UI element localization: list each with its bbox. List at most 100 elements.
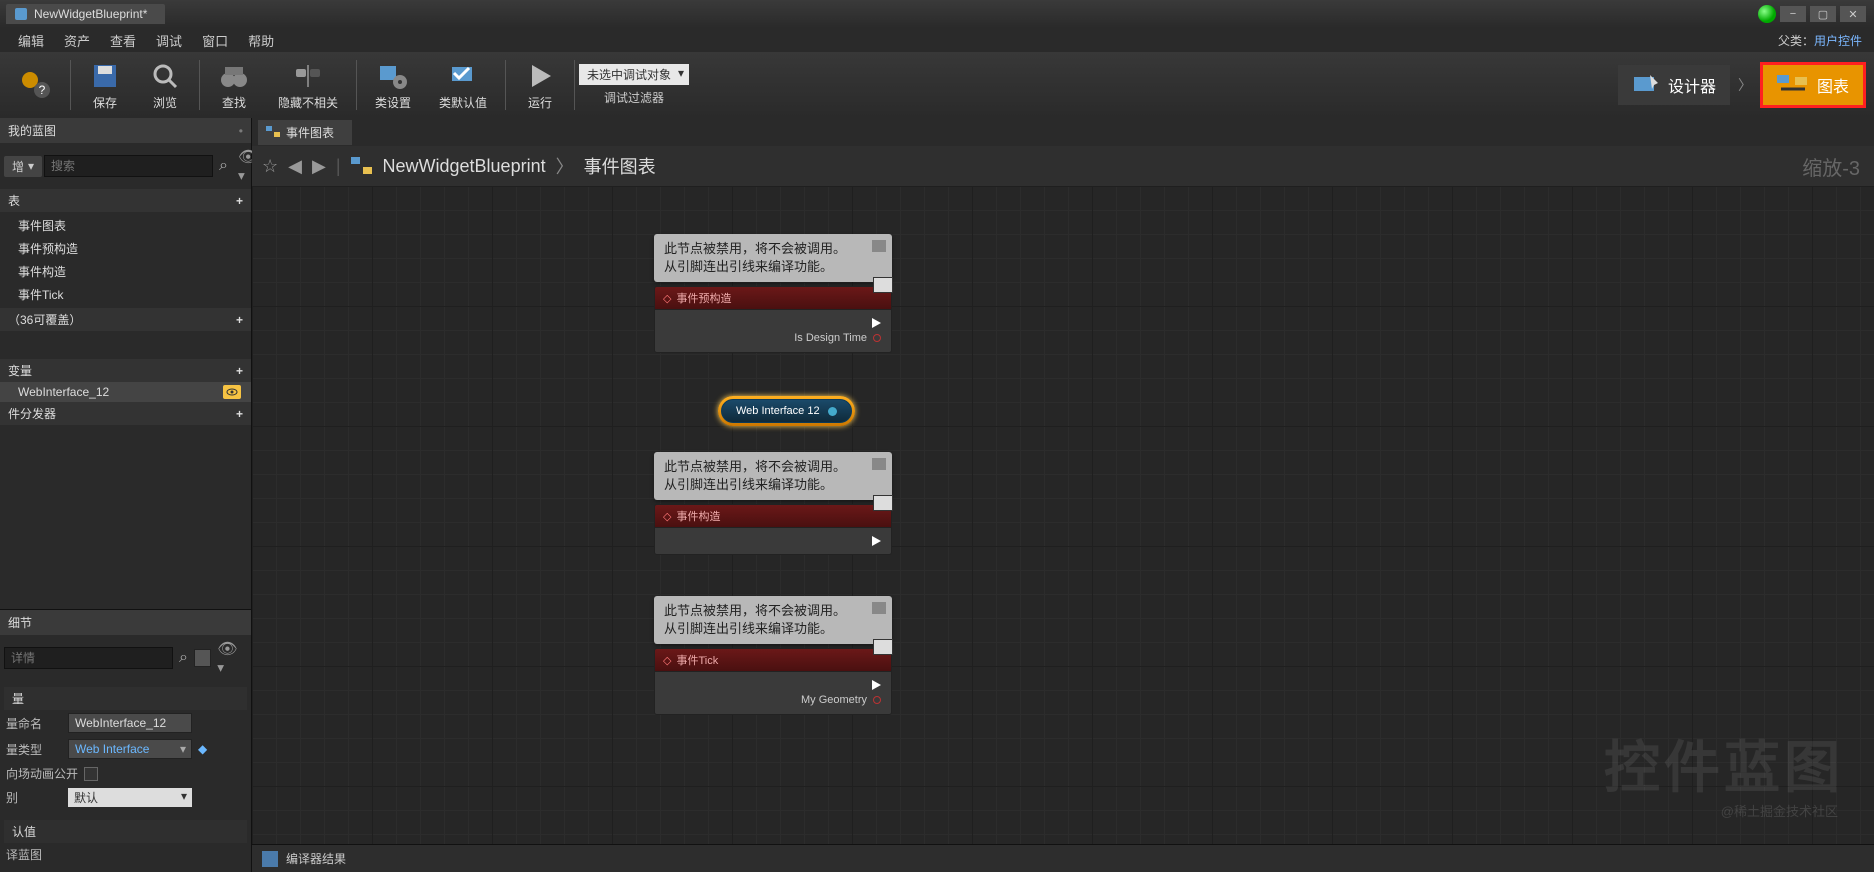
toolbar: ? 保存 浏览 查找 隐藏不相关 类设置 类默认值 运行 未选中调试对象 调试过… — [0, 52, 1874, 118]
event-construct-header[interactable]: ◇事件构造 — [654, 504, 892, 528]
svg-text:?: ? — [39, 83, 46, 97]
add-variable-button[interactable]: + — [236, 364, 243, 378]
find-button[interactable]: 查找 — [204, 56, 264, 115]
var-type-select[interactable]: Web Interface — [68, 739, 192, 759]
designer-icon — [1632, 73, 1660, 97]
visibility-badge-icon[interactable] — [223, 385, 241, 399]
breadcrumb-root[interactable]: NewWidgetBlueprint — [383, 156, 546, 177]
object-out-pin[interactable] — [828, 407, 837, 416]
tree-tick[interactable]: 事件Tick — [0, 283, 251, 306]
details-search-icon[interactable]: ⌕ — [175, 649, 192, 667]
compiler-results-panel[interactable]: 编译器结果 — [252, 844, 1874, 872]
details-search[interactable] — [4, 647, 173, 669]
details-eye-icon[interactable]: 👁▾ — [213, 639, 247, 677]
class-settings-button[interactable]: 类设置 — [361, 56, 425, 115]
graph-tab-icon — [266, 126, 280, 138]
tree-construct[interactable]: 事件构造 — [0, 260, 251, 283]
node-preconstruct[interactable]: 此节点被禁用，将不会被调用。从引脚连出引线来编译功能。 ◇事件预构造 Is De… — [654, 234, 892, 353]
play-button[interactable]: 运行 — [510, 56, 570, 115]
type-extra-icon[interactable]: ◆ — [198, 742, 207, 756]
status-orb-icon[interactable] — [1758, 5, 1776, 23]
menu-help[interactable]: 帮助 — [238, 28, 284, 53]
window-max-button[interactable]: ▢ — [1810, 6, 1836, 22]
hide-icon — [292, 60, 324, 92]
graph-mode-button[interactable]: 图表 — [1760, 62, 1866, 108]
parent-class-label: 父类：用户控件 — [1778, 32, 1862, 49]
exec-out-pin[interactable] — [665, 678, 881, 692]
add-new-button[interactable]: 增▾ — [4, 156, 42, 177]
window-min-button[interactable]: − — [1780, 6, 1806, 22]
graphs-section[interactable]: 表+ — [0, 189, 251, 212]
graph-tab-eventgraph[interactable]: 事件图表 — [258, 120, 352, 145]
favorite-star-icon[interactable]: ☆ — [262, 156, 278, 177]
node-disabled-tooltip: 此节点被禁用，将不会被调用。从引脚连出引线来编译功能。 — [654, 452, 892, 500]
exec-out-pin[interactable] — [665, 316, 881, 330]
gear-icon — [377, 60, 409, 92]
my-geometry-pin[interactable]: My Geometry — [665, 692, 881, 708]
compile-button[interactable]: ? — [6, 65, 66, 105]
node-web-interface[interactable]: Web Interface 12 — [718, 396, 855, 426]
node-disabled-tooltip: 此节点被禁用，将不会被调用。从引脚连出引线来编译功能。 — [654, 234, 892, 282]
tree-event-graph[interactable]: 事件图表 — [0, 214, 251, 237]
dispatchers-section[interactable]: 件分发器+ — [0, 402, 251, 425]
graph-area: 事件图表 ☆ ◀ ▶ | NewWidgetBlueprint 〉 事件图表 缩… — [252, 118, 1874, 872]
window-close-button[interactable]: ✕ — [1840, 6, 1866, 22]
exec-out-pin[interactable] — [665, 534, 881, 548]
add-graph-button[interactable]: + — [236, 194, 243, 208]
variable-webinterface[interactable]: WebInterface_12 — [0, 382, 251, 402]
save-button[interactable]: 保存 — [75, 56, 135, 115]
class-defaults-button[interactable]: 类默认值 — [425, 56, 501, 115]
category-label: 别 — [6, 789, 62, 806]
browse-button[interactable]: 浏览 — [135, 56, 195, 115]
default-value-category[interactable]: 认值 — [4, 820, 247, 843]
designer-mode-button[interactable]: 设计器 — [1618, 65, 1730, 105]
compiler-icon — [262, 851, 278, 867]
hide-unrelated-button[interactable]: 隐藏不相关 — [264, 56, 352, 115]
parent-class-link[interactable]: 用户控件 — [1814, 34, 1862, 48]
menubar: 编辑 资产 查看 调试 窗口 帮助 父类：用户控件 — [0, 28, 1874, 52]
debug-object-select[interactable]: 未选中调试对象 — [579, 64, 689, 85]
node-badge-icon — [873, 277, 893, 293]
title-tab[interactable]: NewWidgetBlueprint* — [6, 4, 165, 24]
my-blueprint-search[interactable] — [44, 155, 213, 177]
binoculars-icon — [218, 60, 250, 92]
breadcrumb-bar: ☆ ◀ ▶ | NewWidgetBlueprint 〉 事件图表 缩放-3 — [252, 146, 1874, 186]
variables-section[interactable]: 变量+ — [0, 359, 251, 382]
add-dispatcher-button[interactable]: + — [236, 407, 243, 421]
menu-window[interactable]: 窗口 — [192, 28, 238, 53]
add-function-button[interactable]: + — [236, 313, 243, 327]
tooltip-corner-icon — [872, 240, 886, 252]
blueprint-icon — [14, 7, 28, 21]
left-panel: 我的蓝图• 增▾ ⌕ 👁▾ 表+ 事件图表 事件预构造 事件构造 事件Tick … — [0, 118, 252, 872]
graph-canvas[interactable]: 此节点被禁用，将不会被调用。从引脚连出引线来编译功能。 ◇事件预构造 Is De… — [252, 186, 1874, 844]
menu-edit[interactable]: 编辑 — [8, 28, 54, 53]
event-tick-header[interactable]: ◇事件Tick — [654, 648, 892, 672]
nav-forward-button[interactable]: ▶ — [312, 156, 326, 177]
menu-asset[interactable]: 资产 — [54, 28, 100, 53]
details-matrix-icon[interactable] — [194, 649, 211, 667]
compile-icon: ? — [20, 69, 52, 101]
var-name-input[interactable] — [68, 713, 192, 733]
nav-back-button[interactable]: ◀ — [288, 156, 302, 177]
node-badge-icon — [873, 495, 893, 511]
variable-category[interactable]: 量 — [4, 687, 247, 710]
is-design-time-pin[interactable]: Is Design Time — [665, 330, 881, 346]
menu-view[interactable]: 查看 — [100, 28, 146, 53]
menu-debug[interactable]: 调试 — [146, 28, 192, 53]
mode-chevron-icon: 〉 — [1734, 75, 1756, 95]
tooltip-corner-icon — [872, 602, 886, 614]
node-tick[interactable]: 此节点被禁用，将不会被调用。从引脚连出引线来编译功能。 ◇事件Tick My G… — [654, 596, 892, 715]
anim-expose-checkbox[interactable] — [84, 767, 98, 781]
breadcrumb-leaf[interactable]: 事件图表 — [584, 153, 656, 179]
event-preconstruct-header[interactable]: ◇事件预构造 — [654, 286, 892, 310]
node-construct[interactable]: 此节点被禁用，将不会被调用。从引脚连出引线来编译功能。 ◇事件构造 — [654, 452, 892, 555]
search-icon[interactable]: ⌕ — [215, 157, 232, 175]
save-icon — [89, 60, 121, 92]
functions-section[interactable]: （36可覆盖）+ — [0, 308, 251, 331]
tree-preconstruct[interactable]: 事件预构造 — [0, 237, 251, 260]
my-blueprint-header[interactable]: 我的蓝图• — [0, 118, 251, 143]
category-select[interactable]: 默认 — [68, 788, 192, 807]
node-badge-icon — [873, 639, 893, 655]
details-header[interactable]: 细节 — [0, 610, 251, 635]
watermark-subtext: @稀土掘金技术社区 — [1721, 801, 1838, 820]
